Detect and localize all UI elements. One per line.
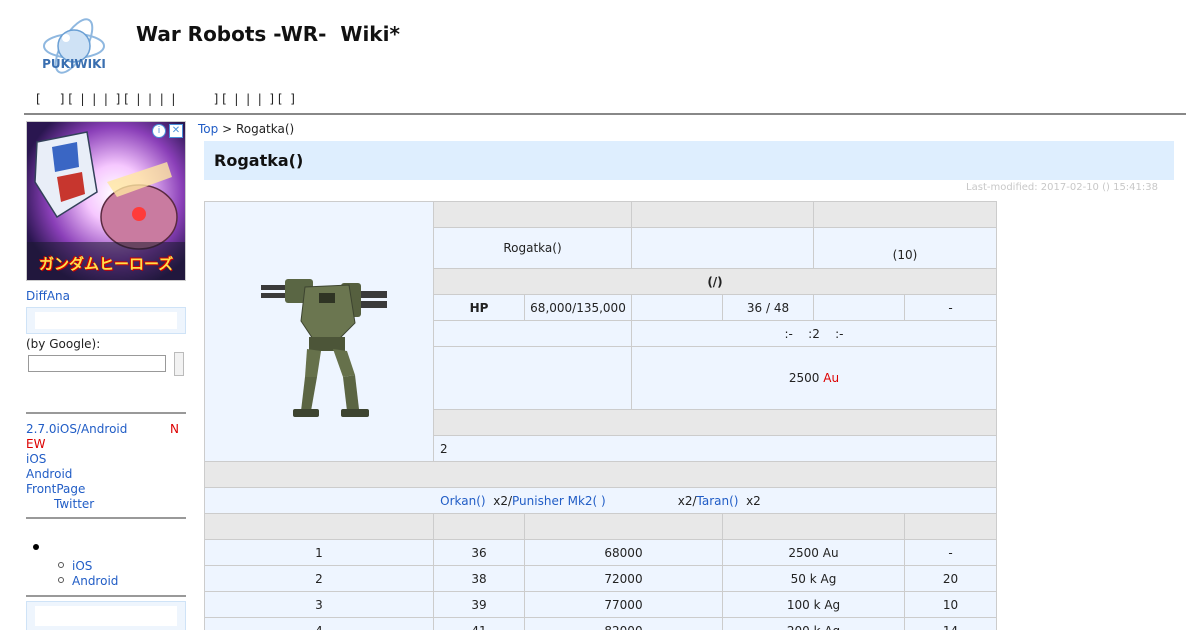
hardpoint-label — [433, 320, 632, 347]
robot-image-cell — [204, 201, 434, 462]
hardpoint-value: :- :2 :- — [631, 320, 997, 347]
robot-class-cell — [631, 227, 814, 269]
sidebar-sublink-android[interactable]: Android — [72, 574, 118, 588]
sidebar-ad-banner[interactable]: ガンダムヒーローズ i ✕ — [26, 121, 186, 281]
breadcrumb-top-link[interactable]: Top — [198, 122, 218, 136]
sidebar-divider — [26, 595, 186, 597]
breadcrumb-current: Rogatka() — [235, 122, 295, 136]
time-value: - — [904, 294, 997, 321]
list-bullet — [33, 544, 39, 550]
robot-image — [261, 279, 387, 417]
last-modified: Last-modified: 2017-02-10 () 15:41:38 — [966, 182, 1158, 193]
sidebar-box-bottom — [26, 601, 186, 630]
sidebar-link-ios[interactable]: iOS — [26, 452, 46, 466]
price-value: 2500 Au — [631, 346, 997, 410]
sidebar-link-diffana[interactable]: DiffAna — [26, 289, 70, 303]
slot-count: 2 — [433, 435, 997, 462]
sidebar-link-android[interactable]: Android — [26, 467, 72, 481]
google-search-input[interactable] — [28, 355, 166, 372]
table-row: 2 38 72000 50 k Ag 20 — [204, 565, 997, 592]
robot-spec-table: Rogatka() (10) (/) HP 68,000/135,000 36 … — [204, 201, 997, 630]
svg-text:PUKIWIKI: PUKIWIKI — [42, 57, 106, 71]
ad-title: ガンダムヒーローズ — [39, 255, 174, 273]
upgrade-header-cost — [722, 513, 905, 540]
sidebar-sublink-ios[interactable]: iOS — [72, 559, 92, 573]
recommended-weapons: Orkan() x2/Punisher Mk2( ) x2/Taran() x2 — [204, 487, 997, 514]
breadcrumb: Top > Rogatka() — [198, 122, 295, 136]
google-search-button[interactable] — [174, 352, 184, 376]
list-bullet — [58, 562, 64, 568]
table-row: 44182000200 k Ag14 — [204, 617, 997, 630]
table-row: 3 39 77000 100 k Ag 10 — [204, 591, 997, 618]
spec-header-cell — [631, 201, 814, 228]
sidebar-link-version[interactable]: 2.7.0iOS/Android — [26, 422, 127, 436]
speed-label — [631, 294, 723, 321]
robot-name-cell: Rogatka() — [433, 227, 632, 269]
sidebar-link-ew[interactable]: EW — [26, 437, 45, 451]
weapon-link-taran[interactable]: Taran() — [697, 494, 739, 508]
time-label — [813, 294, 905, 321]
search-label: (by Google): — [26, 337, 101, 351]
weapon-link-punisher-mk2[interactable]: Punisher Mk2( ) — [512, 494, 606, 508]
new-badge: N — [170, 422, 179, 436]
site-header: PUKIWIKI War Robots -WR- Wiki* — [0, 0, 1200, 90]
upgrade-header-speed — [433, 513, 525, 540]
section-header-stats: (/) — [433, 268, 997, 295]
hp-value: 68,000/135,000 — [524, 294, 632, 321]
page-title[interactable]: Rogatka() — [214, 151, 303, 170]
top-nav-menu[interactable]: [ ] [ | | | ] [ | | | | ] [ | | | ] [ ] — [36, 92, 295, 106]
upgrade-header-hp — [524, 513, 723, 540]
speed-value: 36 / 48 — [722, 294, 814, 321]
page-title-bar: Rogatka() — [204, 141, 1174, 180]
site-title[interactable]: War Robots -WR- Wiki* — [136, 22, 400, 46]
spec-header-cell — [813, 201, 997, 228]
hp-label: HP — [433, 294, 525, 321]
upgrade-header-time — [904, 513, 997, 540]
sidebar-divider — [26, 412, 186, 414]
table-row: 1 36 68000 2500 Au - — [204, 539, 997, 566]
robot-slots-cell: (10) — [813, 227, 997, 269]
weapon-link-orkan[interactable]: Orkan() — [440, 494, 485, 508]
price-unit: Au — [823, 371, 840, 385]
sidebar-box-top — [26, 307, 186, 334]
sidebar-link-frontpage[interactable]: FrontPage — [26, 482, 85, 496]
ad-info-icon[interactable]: i — [152, 124, 166, 138]
sidebar-link-twitter[interactable]: Twitter — [54, 497, 94, 511]
list-bullet — [58, 577, 64, 583]
nav-divider — [24, 113, 1186, 115]
section-header-weapons — [204, 461, 997, 488]
sidebar-divider — [26, 517, 186, 519]
upgrade-header-level — [204, 513, 434, 540]
ad-close-icon[interactable]: ✕ — [169, 124, 183, 138]
spec-header-cell — [433, 201, 632, 228]
price-label — [433, 346, 632, 410]
section-header-slots — [433, 409, 997, 436]
pukiwiki-logo[interactable]: PUKIWIKI — [36, 10, 112, 86]
